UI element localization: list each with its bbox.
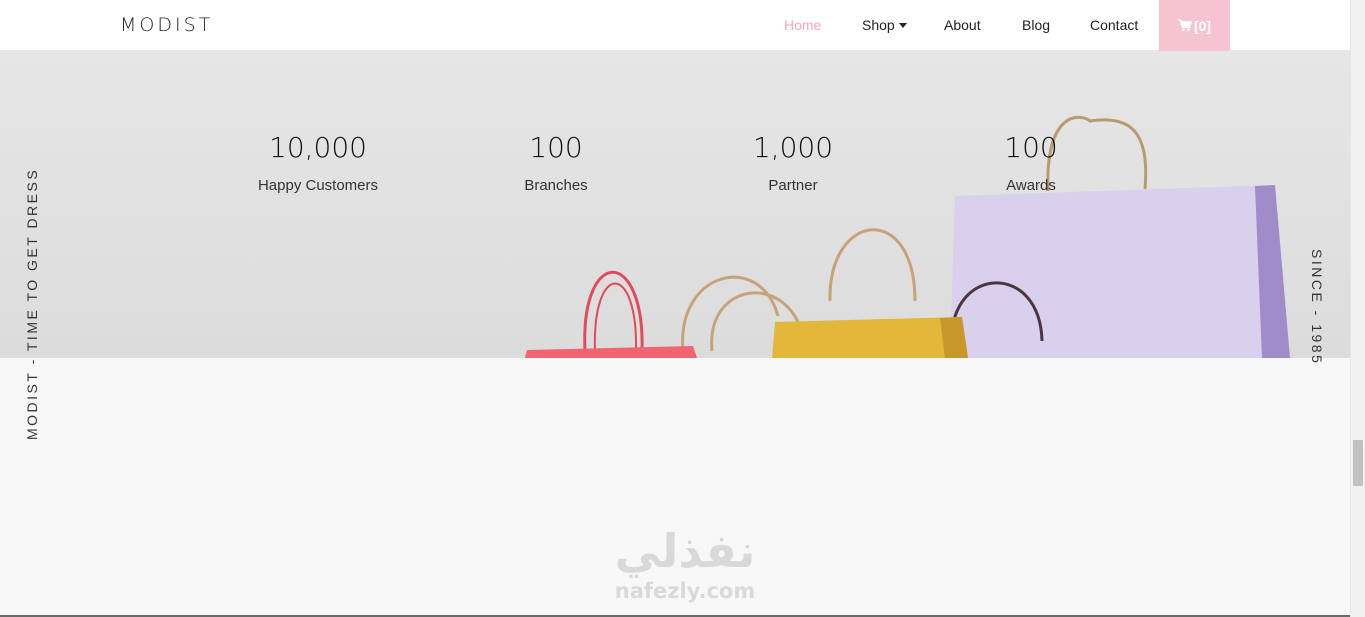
- stat-number: 10,000: [269, 131, 367, 164]
- stat-label: Partner: [768, 177, 818, 194]
- stat-happy-customers: 10,000 Happy Customers: [208, 131, 428, 194]
- brand-logo[interactable]: MODIST: [120, 14, 213, 36]
- scrollbar-thumb[interactable]: [1353, 440, 1363, 486]
- nav-blog[interactable]: Blog: [1022, 17, 1050, 33]
- stats-hero: 10,000 Happy Customers 100 Branches 1,00…: [0, 51, 1350, 358]
- navbar: MODIST Home Shop About Blog Contact [0]: [0, 0, 1350, 51]
- watermark-logo: نفذلي nafezly.com: [590, 525, 780, 603]
- stat-partner: 1,000 Partner: [683, 131, 903, 194]
- cart-icon: [1177, 19, 1192, 32]
- stat-number: 100: [1004, 131, 1058, 164]
- stat-awards: 100 Awards: [921, 131, 1141, 194]
- stat-number: 100: [529, 131, 583, 164]
- stat-number: 1,000: [752, 131, 834, 164]
- nav-about[interactable]: About: [944, 17, 981, 33]
- cart-count: [0]: [1193, 17, 1212, 34]
- vertical-scrollbar[interactable]: [1350, 0, 1365, 617]
- watermark-arabic: نفذلي: [614, 524, 756, 578]
- stat-label: Happy Customers: [257, 177, 379, 194]
- stat-label: Branches: [524, 177, 588, 194]
- nav-contact[interactable]: Contact: [1090, 17, 1138, 33]
- stat-branches: 100 Branches: [446, 131, 666, 194]
- page: MODIST Home Shop About Blog Contact [0]: [0, 0, 1365, 617]
- stat-label: Awards: [1006, 177, 1056, 194]
- side-tagline-left: MODIST - TIME TO GET DRESS: [24, 167, 40, 440]
- watermark-latin: nafezly.com: [614, 579, 756, 603]
- nav-shop[interactable]: Shop: [862, 17, 907, 33]
- nav-home[interactable]: Home: [784, 17, 821, 33]
- nav-shop-label: Shop: [862, 17, 895, 33]
- shopping-bags-image: [525, 115, 1290, 358]
- caret-down-icon: [898, 22, 907, 28]
- side-tagline-right: SINCE - 1985: [1309, 249, 1325, 366]
- cart-button[interactable]: [0]: [1159, 0, 1230, 51]
